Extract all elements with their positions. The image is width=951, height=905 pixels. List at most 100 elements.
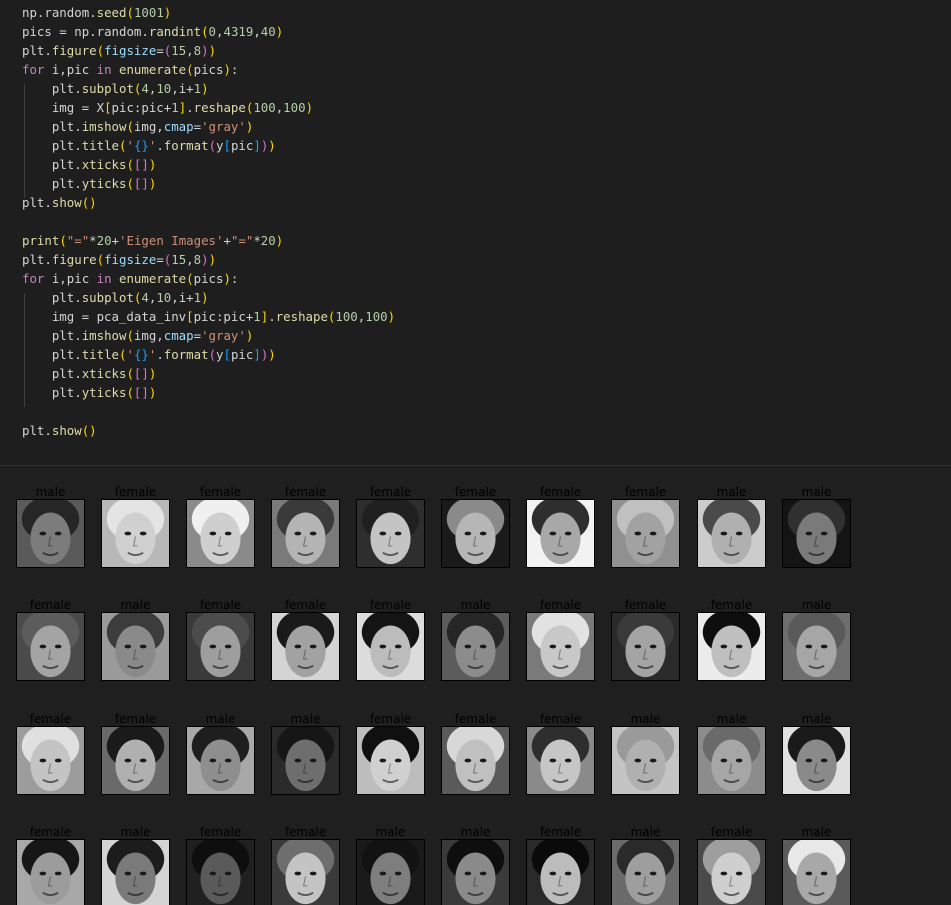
- code-token: imshow: [81, 328, 127, 343]
- subplot-title: male: [375, 825, 406, 839]
- subplot-title: female: [29, 712, 72, 726]
- eye-shape: [720, 644, 728, 649]
- code-token: ]: [141, 366, 149, 381]
- face-portrait: [702, 613, 761, 678]
- subplot-title: female: [29, 825, 72, 839]
- face-image: [697, 499, 766, 568]
- code-token: (: [96, 43, 105, 58]
- face-image: [611, 726, 680, 795]
- face-image: [271, 726, 340, 795]
- eye-shape: [634, 758, 642, 763]
- subplot-title: female: [539, 598, 582, 612]
- code-token: yticks: [81, 385, 127, 400]
- eye-shape: [649, 758, 657, 763]
- eye-shape: [294, 644, 302, 649]
- eye-shape: [224, 531, 232, 536]
- code-token: i+: [178, 290, 194, 305]
- code-token: reshape: [193, 100, 246, 115]
- code-token: img,: [133, 119, 164, 134]
- code-token: ): [201, 252, 209, 267]
- face-image: [186, 499, 255, 568]
- code-token: plt: [22, 195, 45, 210]
- code-line: img = pca_data_inv[pic:pic+1].reshape(10…: [22, 307, 395, 326]
- eye-shape: [479, 644, 487, 649]
- face-portrait: [361, 727, 420, 792]
- code-line: plt.imshow(img,cmap='gray'): [22, 117, 253, 136]
- code-token: (: [59, 233, 67, 248]
- code-line: print("="*20+'Eigen Images'+"="*20): [22, 231, 283, 250]
- eye-shape: [139, 758, 147, 763]
- code-token: ): [201, 81, 209, 96]
- subplot-title: female: [284, 485, 327, 499]
- code-line: pics = np.random.randint(0,4319,40): [22, 22, 283, 41]
- code-token: plt: [22, 157, 75, 172]
- code-token: pic:pic+: [111, 100, 172, 115]
- code-line: plt.yticks([]): [22, 383, 157, 402]
- code-token: =: [193, 328, 202, 343]
- subplot-title: male: [716, 712, 747, 726]
- face-image: [782, 839, 851, 905]
- subplot-title: female: [539, 712, 582, 726]
- face-portrait: [787, 727, 846, 792]
- eye-shape: [209, 871, 217, 876]
- face-portrait: [361, 613, 420, 678]
- face-portrait: [276, 840, 335, 905]
- subplot-title: male: [120, 825, 151, 839]
- code-token: np: [74, 24, 90, 39]
- code-token: ': [126, 347, 134, 362]
- eye-shape: [309, 871, 317, 876]
- eye-shape: [549, 871, 557, 876]
- eye-shape: [54, 871, 62, 876]
- eye-shape: [224, 871, 232, 876]
- subplot-title: male: [716, 485, 747, 499]
- face-image: [16, 612, 85, 681]
- eye-shape: [124, 644, 132, 649]
- code-token: .: [44, 252, 52, 267]
- face-image: [16, 839, 85, 905]
- code-token: (: [126, 385, 134, 400]
- code-token: ): [245, 119, 254, 134]
- indent-guide: [24, 293, 25, 407]
- code-token: ): [208, 43, 217, 58]
- code-token: [: [223, 138, 231, 153]
- face-image: [697, 839, 766, 905]
- face-portrait: [702, 500, 761, 565]
- code-token: pics: [193, 271, 224, 286]
- subplot-title: female: [369, 485, 412, 499]
- code-token: (: [186, 62, 194, 77]
- face-image: [526, 612, 595, 681]
- face-image: [356, 612, 425, 681]
- code-line: for i,pic in enumerate(pics):: [22, 60, 238, 79]
- code-line: plt.title('{}'.format(y[pic])): [22, 345, 276, 364]
- face-image: [782, 499, 851, 568]
- code-token: random: [44, 5, 90, 20]
- code-token: seed: [96, 5, 127, 20]
- code-token: cmap: [163, 328, 194, 343]
- code-token: enumerate: [119, 62, 187, 77]
- eye-shape: [735, 644, 743, 649]
- face-image: [186, 839, 255, 905]
- code-token: .: [74, 81, 82, 96]
- code-token: 1: [193, 81, 202, 96]
- eye-shape: [564, 871, 572, 876]
- code-token: *: [89, 233, 97, 248]
- eye-shape: [805, 758, 813, 763]
- code-cell[interactable]: np.random.seed(1001) pics = np.random.ran…: [0, 0, 951, 465]
- code-token: "=": [230, 233, 254, 248]
- code-token: ,: [171, 290, 179, 305]
- face-image: [782, 726, 851, 795]
- face-image: [186, 726, 255, 795]
- code-token: (: [126, 157, 134, 172]
- subplot-title: female: [539, 825, 582, 839]
- face-portrait: [21, 613, 80, 678]
- eye-shape: [720, 758, 728, 763]
- code-token: .: [186, 100, 194, 115]
- subplot-title: female: [624, 485, 667, 499]
- face-image: [611, 612, 680, 681]
- code-token: ,: [186, 252, 194, 267]
- face-portrait: [702, 840, 761, 905]
- code-token: i,pic: [44, 271, 97, 286]
- face-portrait: [106, 840, 165, 905]
- code-token: =: [156, 252, 164, 267]
